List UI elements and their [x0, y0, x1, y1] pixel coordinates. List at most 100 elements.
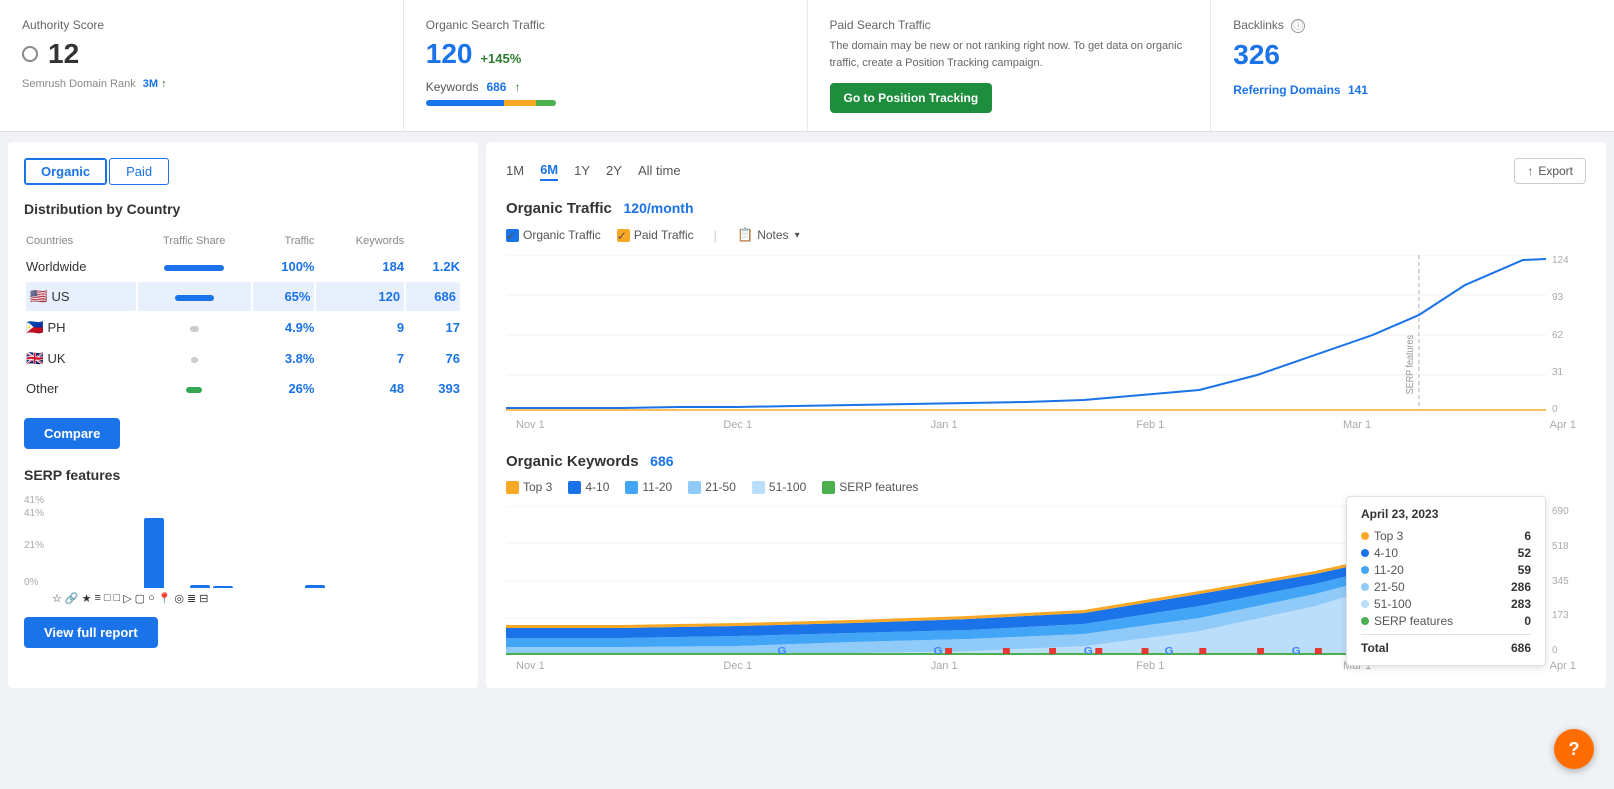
y-label-62: 62 [1552, 330, 1586, 341]
paid-title: Paid Search Traffic [830, 18, 1189, 32]
legend-paid-label: Paid Traffic [634, 228, 694, 242]
legend-paid-traffic[interactable]: ✓ Paid Traffic [617, 228, 694, 242]
tooltip-21-50-val: 286 [1511, 580, 1531, 594]
serp-icon-1: ☆ [52, 592, 62, 605]
keywords-chart-title: Organic Keywords [506, 453, 639, 470]
time-tab-alltime[interactable]: All time [638, 163, 681, 180]
table-row: 🇺🇸US 65% 120 686 [26, 282, 460, 311]
tooltip-serp-label: SERP features [1374, 614, 1453, 628]
backlinks-value: 326 [1233, 39, 1592, 71]
export-button[interactable]: ↑ Export [1514, 158, 1586, 184]
kw-y-690: 690 [1552, 506, 1586, 517]
11-20-label: 11-20 [642, 480, 672, 494]
tooltip-21-50: 21-50 286 [1361, 580, 1531, 594]
tooltip-51-100-val: 283 [1511, 597, 1531, 611]
tooltip-total-value: 686 [1511, 641, 1531, 655]
kw-bar-blue [426, 100, 504, 106]
tooltip-51-100: 51-100 283 [1361, 597, 1531, 611]
y-label-0: 0 [1552, 404, 1586, 415]
table-row: Worldwide 100% 184 1.2K [26, 253, 460, 280]
serp-bar [305, 585, 325, 589]
tooltip-11-20-label: 11-20 [1374, 563, 1404, 577]
legend-4-10[interactable]: 4-10 [568, 480, 609, 494]
kw-y-345: 345 [1552, 576, 1586, 587]
country-keywords: 393 [406, 375, 460, 402]
organic-change: +145% [480, 51, 521, 66]
legend-top3[interactable]: Top 3 [506, 480, 552, 494]
export-icon: ↑ [1527, 164, 1533, 178]
tooltip-top3-val: 6 [1524, 529, 1531, 543]
x-feb: Feb 1 [1136, 419, 1164, 431]
legend-serp-features[interactable]: SERP features [822, 480, 918, 494]
distribution-title: Distribution by Country [24, 201, 462, 217]
organic-traffic-title: Organic Traffic [506, 200, 612, 217]
serp-icons-row: ☆ 🔗 ★ ≡ □ □ ▷ ▢ ○ 📍 ◎ ≣ ⊟ [24, 592, 462, 605]
serp-icon-8: ▢ [135, 592, 145, 605]
col-keywords: Keywords [316, 231, 404, 251]
kw-y-axis: 690 518 345 173 0 [1546, 506, 1586, 656]
authority-score-card: Authority Score 12 Semrush Domain Rank 3… [0, 0, 404, 131]
serp-icon-9: ○ [148, 592, 155, 605]
serp-icon-10: 📍 [158, 592, 172, 605]
organic-search-value: 120 [426, 38, 473, 70]
notes-chevron: ▾ [795, 230, 800, 241]
left-panel: Organic Paid Distribution by Country Cou… [8, 142, 478, 688]
country-share: 3.8% [253, 344, 315, 373]
help-button[interactable]: ? [1554, 729, 1594, 769]
country-traffic: 184 [316, 253, 404, 280]
keywords-bar [426, 100, 556, 106]
compare-button[interactable]: Compare [24, 418, 120, 449]
keywords-chart-value: 686 [650, 453, 673, 469]
svg-text:G: G [1084, 646, 1093, 656]
tooltip-title: April 23, 2023 [1361, 507, 1531, 521]
11-20-checkbox [625, 481, 638, 494]
tooltip-4-10: 4-10 52 [1361, 546, 1531, 560]
traffic-bar [175, 295, 214, 301]
legend-21-50[interactable]: 21-50 [688, 480, 736, 494]
country-name: 🇺🇸US [26, 282, 136, 311]
right-panel: 1M 6M 1Y 2Y All time ↑ Export Organic Tr… [486, 142, 1606, 688]
authority-icon [22, 46, 38, 62]
keywords-section: Organic Keywords 686 Top 3 4-10 11-20 [506, 453, 1586, 672]
legend-notes[interactable]: 📋 Notes ▾ [737, 227, 800, 243]
time-tab-6m[interactable]: 6M [540, 162, 558, 181]
time-tab-1y[interactable]: 1Y [574, 163, 590, 180]
referring-domains: Referring Domains 141 [1233, 83, 1592, 97]
4-10-label: 4-10 [585, 480, 609, 494]
serp-features-checkbox [822, 481, 835, 494]
top3-label: Top 3 [523, 480, 552, 494]
time-tab-1m[interactable]: 1M [506, 163, 524, 180]
paid-desc: The domain may be new or not ranking rig… [830, 38, 1189, 71]
authority-title: Authority Score [22, 18, 381, 32]
kw-x-jan: Jan 1 [931, 660, 958, 672]
serp-icon-3: ★ [82, 592, 92, 605]
y-axis-labels: 124 93 62 31 0 [1546, 255, 1586, 415]
serp-y-label-21: 21% [24, 540, 44, 551]
kw-x-dec: Dec 1 [723, 660, 752, 672]
view-full-report-button[interactable]: View full report [24, 617, 158, 648]
tooltip-top3-dot [1361, 532, 1369, 540]
x-mar: Mar 1 [1343, 419, 1371, 431]
go-position-tracking-button[interactable]: Go to Position Tracking [830, 83, 993, 113]
col-traffic-share: Traffic Share [138, 231, 251, 251]
legend-51-100[interactable]: 51-100 [752, 480, 806, 494]
country-table: Countries Traffic Share Traffic Keywords… [24, 229, 462, 404]
country-keywords: 1.2K [406, 253, 460, 280]
svg-text:G: G [934, 646, 943, 656]
legend-organic-traffic[interactable]: ✓ Organic Traffic [506, 228, 601, 242]
country-share: 26% [253, 375, 315, 402]
kw-x-feb: Feb 1 [1136, 660, 1164, 672]
tab-paid[interactable]: Paid [109, 158, 169, 185]
serp-icon-4: ≡ [94, 592, 100, 605]
traffic-bar [186, 387, 202, 393]
legend-11-20[interactable]: 11-20 [625, 480, 672, 494]
time-tab-2y[interactable]: 2Y [606, 163, 622, 180]
table-row: 🇵🇭PH 4.9% 9 17 [26, 313, 460, 342]
serp-icon-6: □ [114, 592, 121, 605]
tab-organic[interactable]: Organic [24, 158, 107, 185]
backlinks-info-icon[interactable]: ⓘ [1291, 19, 1305, 33]
tooltip-11-20: 11-20 59 [1361, 563, 1531, 577]
col-countries: Countries [26, 231, 136, 251]
country-traffic: 7 [316, 344, 404, 373]
tooltip-21-50-label: 21-50 [1374, 580, 1405, 594]
